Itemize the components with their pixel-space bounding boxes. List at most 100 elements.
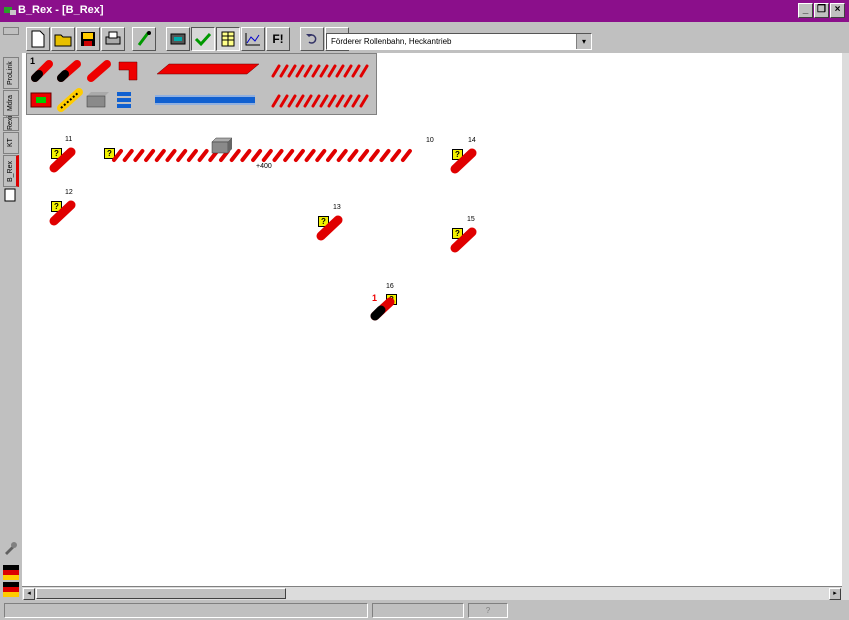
roller-slat	[336, 149, 348, 162]
roller-slat	[295, 94, 305, 108]
component-icon	[170, 33, 186, 45]
plug-icon	[137, 31, 151, 46]
roller-slat	[154, 149, 166, 162]
open-file-button[interactable]	[51, 27, 75, 51]
app-icon[interactable]	[4, 5, 16, 16]
tab-rexi[interactable]: Rexi	[3, 116, 19, 131]
roller-plain-icon[interactable]	[87, 60, 111, 82]
function-button[interactable]: F!	[266, 27, 290, 51]
roller-slat	[133, 149, 145, 162]
status-panel-main	[4, 603, 368, 618]
undo-icon	[306, 34, 317, 44]
conveyor-length-label: +400	[256, 163, 272, 170]
roller-row-icon[interactable]	[271, 64, 369, 78]
drawing-canvas[interactable]: 11 ? 12 ? 10 ? +400 14 ? 13 ? 15 ? 16 1 …	[22, 53, 842, 586]
roller-slat	[176, 149, 188, 162]
selected-roller-element[interactable]	[369, 296, 397, 322]
belt-conveyor-icon[interactable]	[156, 63, 260, 75]
save-button[interactable]	[76, 27, 100, 51]
roller-slat	[343, 64, 353, 78]
roller-conveyor-element[interactable]	[450, 148, 478, 174]
tool-button[interactable]	[132, 27, 156, 51]
status-panel-2	[372, 603, 464, 618]
roller-long-icon[interactable]	[57, 60, 81, 82]
conveyor-mode-button[interactable]	[191, 27, 215, 51]
roller-slat	[122, 149, 134, 162]
status-panel-3: ?	[468, 603, 508, 618]
component-view-button[interactable]	[166, 27, 190, 51]
roller-slat	[400, 149, 412, 162]
roller-slat	[261, 149, 273, 162]
roller-slat	[311, 94, 321, 108]
tab-kt[interactable]: KT	[3, 132, 19, 154]
horizontal-scrollbar[interactable]: ◂ ▸	[22, 586, 842, 601]
close-button[interactable]: ×	[830, 3, 845, 18]
diagram-button[interactable]	[241, 27, 265, 51]
status-bar: ?	[0, 600, 849, 620]
element-number: 10	[426, 137, 434, 144]
roller-slat	[311, 64, 321, 78]
element-palette: 1	[26, 53, 377, 115]
roller-slat	[197, 149, 209, 162]
new-file-icon	[31, 30, 45, 48]
combo-dropdown-arrow[interactable]: ▾	[576, 34, 591, 49]
tab-b-rex[interactable]: B_Rex	[3, 155, 19, 187]
roller-straight-icon[interactable]	[31, 60, 53, 82]
roller-row-2-icon[interactable]	[271, 94, 369, 108]
roller-slat	[112, 149, 123, 162]
element-number: 15	[467, 216, 475, 223]
restore-button[interactable]: ❐	[814, 3, 829, 18]
palette-icons	[30, 60, 369, 112]
roller-slat	[351, 94, 361, 108]
vertical-scrollbar[interactable]	[842, 53, 849, 600]
undo-button[interactable]	[300, 27, 324, 51]
drive-unit-element[interactable]	[210, 137, 234, 155]
roller-slat	[319, 94, 329, 108]
chart-icon	[245, 33, 260, 46]
drive-box-icon[interactable]	[86, 92, 109, 108]
roller-slat	[186, 149, 198, 162]
roller-slat	[283, 149, 295, 162]
roller-slat	[287, 64, 297, 78]
roller-slat	[251, 149, 263, 162]
yellow-roller-icon[interactable]	[57, 88, 83, 112]
left-tab-strip: ProLink Mdra Rexi KT B_Rex	[0, 25, 22, 620]
roller-slat	[368, 149, 380, 162]
roller-conveyor-element[interactable]	[450, 227, 478, 253]
roller-slat	[293, 149, 305, 162]
blue-stack-icon[interactable]	[117, 92, 131, 108]
blue-belt-icon[interactable]	[155, 95, 255, 105]
scroll-left-button[interactable]: ◂	[23, 588, 35, 600]
roller-slat	[315, 149, 327, 162]
table-button[interactable]	[216, 27, 240, 51]
roller-slat	[347, 149, 359, 162]
scroll-thumb[interactable]	[36, 588, 286, 599]
component-select[interactable]: Förderer Rollenbahn, Heckantrieb ▾	[326, 33, 592, 50]
roller-conveyor-element[interactable]	[49, 200, 77, 226]
roller-slat	[272, 149, 284, 162]
element-number: 13	[333, 204, 341, 211]
minimize-button[interactable]: _	[798, 3, 813, 18]
floppy-icon	[81, 32, 95, 46]
wrench-icon[interactable]	[3, 541, 19, 555]
long-roller-conveyor[interactable]	[110, 147, 420, 163]
green-check-icon	[194, 32, 212, 47]
transfer-unit-icon[interactable]	[30, 92, 52, 108]
roller-conveyor-element[interactable]	[49, 147, 77, 173]
page-icon[interactable]	[4, 188, 16, 202]
tab-prolink[interactable]: ProLink	[3, 57, 19, 89]
new-file-button[interactable]	[26, 27, 50, 51]
roller-slat	[144, 149, 156, 162]
german-flag-icon[interactable]	[3, 565, 19, 597]
roller-slat	[319, 64, 329, 78]
roller-slat	[271, 64, 281, 78]
roller-conveyor-element[interactable]	[316, 215, 344, 241]
tab-mdra[interactable]: Mdra	[3, 90, 19, 116]
element-number: 16	[386, 283, 394, 290]
scroll-right-button[interactable]: ▸	[829, 588, 841, 600]
roller-curve-icon[interactable]	[118, 61, 138, 81]
roller-slat	[165, 149, 177, 162]
print-button[interactable]	[101, 27, 125, 51]
window-title: B_Rex - [B_Rex]	[18, 4, 104, 16]
roller-slat	[304, 149, 316, 162]
